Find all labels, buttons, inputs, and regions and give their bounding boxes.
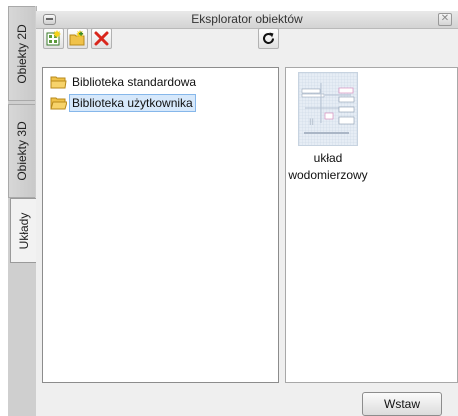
tab-obiekty-3d-label: Obiekty 3D bbox=[15, 121, 29, 181]
tree-item-standard-library[interactable]: Biblioteka standardowa bbox=[50, 73, 199, 91]
refresh-icon bbox=[263, 32, 275, 45]
tab-obiekty-3d[interactable]: Obiekty 3D bbox=[8, 104, 35, 198]
preview-item-label: układ wodomierzowy bbox=[286, 150, 370, 184]
folder-open-icon bbox=[50, 97, 67, 110]
panel-title: Eksplorator obiektów bbox=[191, 12, 303, 26]
delete-x-icon bbox=[94, 31, 109, 46]
folder-icon bbox=[50, 76, 67, 89]
tab-obiekty-2d[interactable]: Obiekty 2D bbox=[8, 6, 35, 101]
svg-text:II: II bbox=[309, 117, 314, 127]
preview-item-label-line1: układ bbox=[313, 151, 343, 165]
tree-item-label: Biblioteka standardowa bbox=[72, 75, 197, 89]
new-folder-button[interactable] bbox=[67, 28, 88, 49]
insert-button[interactable]: Wstaw bbox=[362, 392, 442, 416]
tree-item-user-library[interactable]: Biblioteka użytkownika bbox=[50, 94, 196, 112]
side-tab-strip: Obiekty 2D Obiekty 3D Układy bbox=[8, 6, 37, 416]
object-explorer-window: Obiekty 2D Obiekty 3D Układy Eksplorator… bbox=[0, 0, 458, 416]
preview-item[interactable]: II układ wodomierzowy bbox=[286, 68, 370, 188]
panel-titlebar[interactable]: Eksplorator obiektów ✕ bbox=[36, 11, 458, 29]
delete-button[interactable] bbox=[91, 28, 112, 49]
refresh-button[interactable] bbox=[258, 28, 279, 49]
tab-obiekty-2d-label: Obiekty 2D bbox=[15, 23, 29, 84]
preview-item-label-line2: wodomierzowy bbox=[288, 168, 368, 182]
new-folder-icon bbox=[69, 30, 85, 46]
library-tree[interactable]: Biblioteka standardowa Biblioteka użytko… bbox=[42, 67, 279, 383]
tab-uklady-label: Układy bbox=[17, 212, 31, 249]
tree-item-label: Biblioteka użytkownika bbox=[69, 94, 196, 112]
tab-uklady[interactable]: Układy bbox=[10, 198, 37, 263]
preview-pane: II układ wodomierzowy bbox=[285, 67, 458, 383]
layout-thumbnail: II bbox=[298, 72, 358, 146]
layout-thumbnail-image: II bbox=[299, 73, 357, 145]
new-object-icon bbox=[46, 30, 61, 46]
new-object-button[interactable] bbox=[43, 28, 64, 49]
close-button[interactable]: ✕ bbox=[438, 13, 452, 26]
